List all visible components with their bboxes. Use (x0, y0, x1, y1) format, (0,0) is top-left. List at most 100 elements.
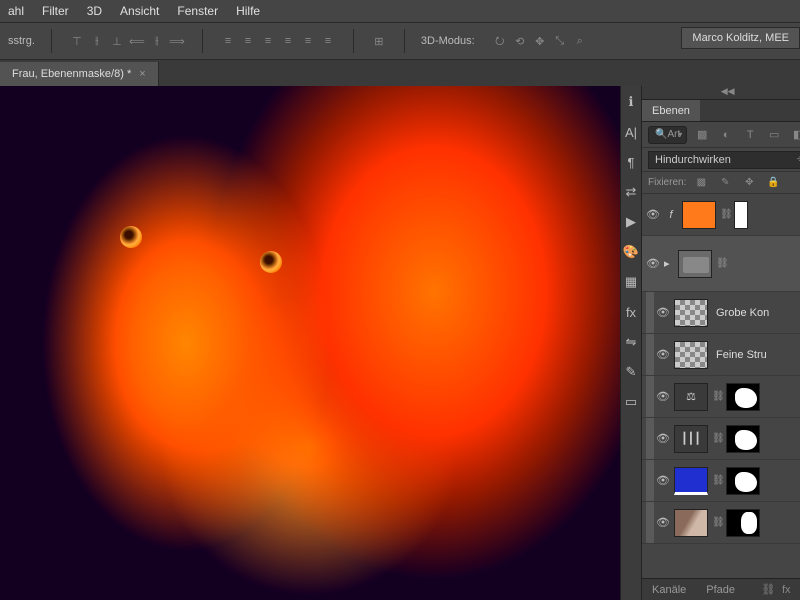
tab-layers[interactable]: Ebenen (642, 100, 700, 121)
filter-smart-icon[interactable]: ◧ (789, 126, 800, 144)
actions-panel-icon[interactable]: ▶ (621, 212, 641, 232)
link-icon[interactable]: ⛓ (712, 391, 722, 402)
layer-thumbnail[interactable] (674, 341, 708, 369)
visibility-icon[interactable]: 👁 (656, 348, 670, 362)
layer-row[interactable]: 👁 ⛓ (642, 502, 800, 544)
distribute-icon[interactable]: ≡ (259, 32, 277, 50)
filter-type-dropdown[interactable]: 🔍 Art (648, 126, 687, 144)
layer-thumbnail[interactable] (674, 509, 708, 537)
auto-align-icon[interactable]: ⊞ (370, 32, 388, 50)
menu-item[interactable]: ahl (8, 4, 24, 18)
slide-icon[interactable]: ⤡ (551, 32, 569, 50)
layer-row[interactable]: 👁 ┃┃┃ ⛓ (642, 418, 800, 460)
menu-item[interactable]: 3D (87, 4, 102, 18)
layer-row[interactable]: 👁 f ⛓ (642, 194, 800, 236)
menu-item[interactable]: Ansicht (120, 4, 159, 18)
mask-thumbnail[interactable] (726, 383, 760, 411)
distribute-icon[interactable]: ≡ (239, 32, 257, 50)
fx-icon[interactable]: fx (777, 581, 795, 599)
link-layers-icon[interactable]: ⛓ (759, 581, 777, 599)
navigator-panel-icon[interactable]: ⇄ (621, 182, 641, 202)
filter-pixel-icon[interactable]: ▩ (693, 126, 711, 144)
roll-icon[interactable]: ⟲ (511, 32, 529, 50)
styles-panel-icon[interactable]: fx (621, 302, 641, 322)
tab-paths[interactable]: Pfade (696, 579, 745, 600)
visibility-icon[interactable]: 👁 (656, 516, 670, 530)
link-icon[interactable]: ⛓ (716, 258, 726, 269)
panel-header: Ebenen (642, 100, 800, 122)
distribute-icon[interactable]: ≡ (279, 32, 297, 50)
link-icon[interactable]: ⛓ (712, 433, 722, 444)
swatches-panel-icon[interactable]: ▦ (621, 272, 641, 292)
zoom-icon[interactable]: ⌕ (571, 32, 589, 50)
align-top-icon[interactable]: ⊤ (68, 32, 86, 50)
orbit-icon[interactable]: ⭮ (491, 32, 509, 50)
right-dock: ℹ A| ¶ ⇄ ▶ 🎨 ▦ fx ⇋ ✎ ▭ ◀◀ Ebenen 🔍 Art … (620, 86, 800, 600)
adjustments-panel-icon[interactable]: ⇋ (621, 332, 641, 352)
group-indent (646, 418, 654, 459)
pan-icon[interactable]: ✥ (531, 32, 549, 50)
adjust-thumbnail[interactable]: ⚖ (674, 383, 708, 411)
align-hcenter-icon[interactable]: ⫲ (148, 32, 166, 50)
visibility-icon[interactable]: 👁 (656, 306, 670, 320)
collapse-dock-button[interactable]: ◀◀ (642, 86, 800, 100)
mask-thumbnail[interactable] (734, 201, 748, 229)
canvas[interactable] (0, 86, 620, 600)
clone-panel-icon[interactable]: ▭ (621, 392, 641, 412)
lock-pixels-icon[interactable]: ▩ (692, 174, 710, 192)
mask-thumbnail[interactable] (726, 467, 760, 495)
adjust-thumbnail[interactable]: ┃┃┃ (674, 425, 708, 453)
visibility-icon[interactable]: 👁 (646, 257, 660, 271)
lock-position-icon[interactable]: ✥ (740, 174, 758, 192)
menu-item[interactable]: Filter (42, 4, 69, 18)
layer-thumbnail[interactable] (674, 467, 708, 495)
group-thumbnail[interactable] (678, 250, 712, 278)
menu-item[interactable]: Fenster (177, 4, 218, 18)
document-tab[interactable]: Frau, Ebenenmaske/8) * × (0, 62, 159, 86)
character-panel-icon[interactable]: A| (621, 122, 641, 142)
align-right-icon[interactable]: ⟹ (168, 32, 186, 50)
layer-thumbnail[interactable] (674, 299, 708, 327)
group-indent (646, 376, 654, 417)
layer-row[interactable]: 👁 Feine Stru (642, 334, 800, 376)
align-left-icon[interactable]: ⟸ (128, 32, 146, 50)
mask-thumbnail[interactable] (726, 425, 760, 453)
lock-label: Fixieren: (648, 177, 686, 188)
layer-row[interactable]: 👁 Grobe Kon (642, 292, 800, 334)
visibility-icon[interactable]: 👁 (656, 390, 670, 404)
menu-item[interactable]: Hilfe (236, 4, 260, 18)
color-panel-icon[interactable]: 🎨 (621, 242, 641, 262)
link-icon[interactable]: ⛓ (712, 475, 722, 486)
layer-thumbnail[interactable] (682, 201, 716, 229)
blend-mode-select[interactable]: Hindurchwirken (648, 151, 800, 169)
lock-brush-icon[interactable]: ✎ (716, 174, 734, 192)
filter-adjust-icon[interactable]: ◐ (717, 126, 735, 144)
layer-name[interactable]: Grobe Kon (712, 307, 800, 319)
visibility-icon[interactable]: 👁 (656, 432, 670, 446)
distribute-icon[interactable]: ≡ (319, 32, 337, 50)
layer-name[interactable]: Feine Stru (712, 349, 800, 361)
link-icon[interactable]: ⛓ (720, 209, 730, 220)
mask-thumbnail[interactable] (726, 509, 760, 537)
tab-channels[interactable]: Kanäle (642, 579, 696, 600)
layer-row[interactable]: 👁 ⚖ ⛓ (642, 376, 800, 418)
lock-all-icon[interactable]: 🔒 (764, 174, 782, 192)
link-icon[interactable]: ⛓ (712, 517, 722, 528)
close-icon[interactable]: × (139, 68, 145, 80)
info-panel-icon[interactable]: ℹ (621, 92, 641, 112)
visibility-icon[interactable]: 👁 (646, 208, 660, 222)
paragraph-panel-icon[interactable]: ¶ (621, 152, 641, 172)
account-button[interactable]: Marco Kolditz, MEE (681, 27, 800, 49)
brush-panel-icon[interactable]: ✎ (621, 362, 641, 382)
layer-group-row[interactable]: 👁 ▸ ⛓ (642, 236, 800, 292)
visibility-icon[interactable]: 👁 (656, 474, 670, 488)
layer-row[interactable]: 👁 ⛓ (642, 460, 800, 502)
mask-icon[interactable]: ◐ (795, 581, 800, 599)
disclosure-icon[interactable]: ▸ (664, 257, 674, 270)
filter-type-icon[interactable]: T (741, 126, 759, 144)
distribute-icon[interactable]: ≡ (219, 32, 237, 50)
align-vcenter-icon[interactable]: ⫲ (88, 32, 106, 50)
distribute-icon[interactable]: ≡ (299, 32, 317, 50)
filter-shape-icon[interactable]: ▭ (765, 126, 783, 144)
align-bottom-icon[interactable]: ⊥ (108, 32, 126, 50)
